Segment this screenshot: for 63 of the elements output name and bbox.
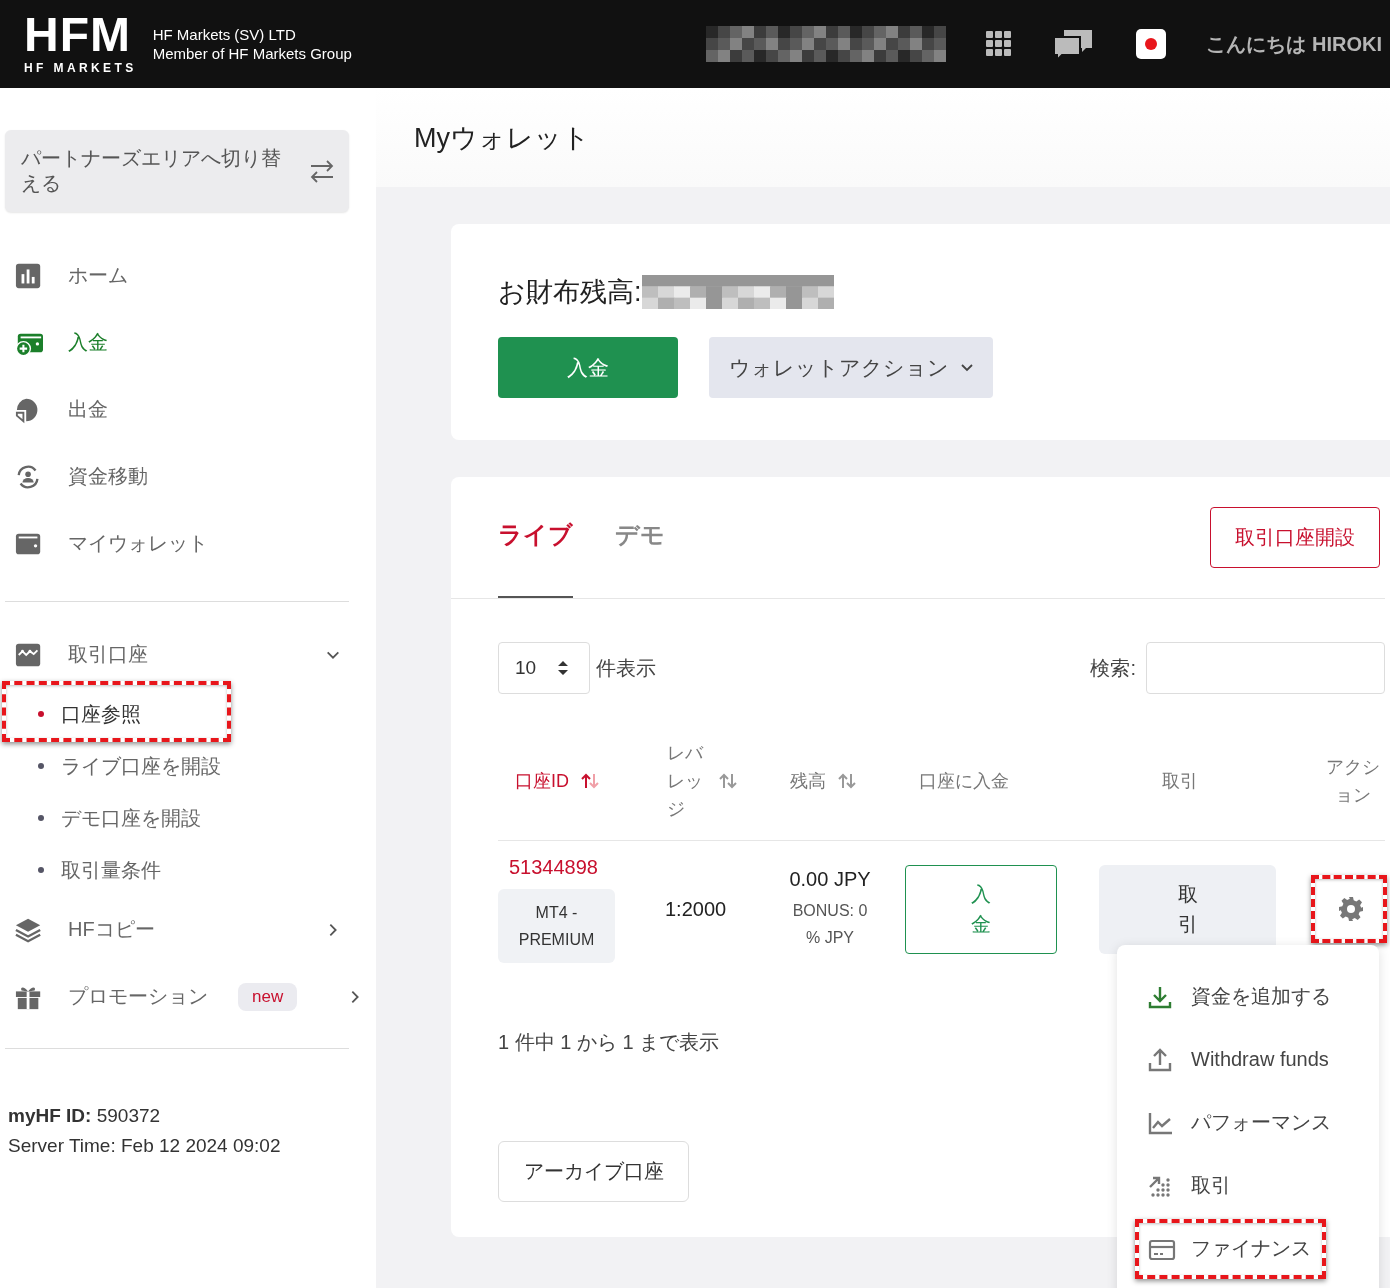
- logo-subtitle: HF MARKETS: [24, 61, 137, 75]
- new-badge: new: [238, 982, 298, 1011]
- sidebar-item[interactable]: 資金移動: [0, 443, 349, 510]
- submenu-item[interactable]: デモ口座を開設: [0, 792, 376, 844]
- logo: HFM: [24, 13, 131, 57]
- submenu-item[interactable]: 取引量条件: [0, 844, 376, 896]
- tab[interactable]: デモ: [615, 519, 665, 598]
- tab[interactable]: ライブ: [498, 519, 573, 598]
- sidebar-item[interactable]: 出金: [0, 376, 349, 443]
- server-time: Server Time: Feb 12 2024 09:02: [8, 1134, 282, 1158]
- sidebar-item[interactable]: 入金: [0, 309, 349, 376]
- sidebar-item[interactable]: プロモーション new: [0, 963, 349, 1030]
- sidebar-item[interactable]: HFコピー: [0, 896, 349, 963]
- table-cell-text: 1:2000: [665, 897, 728, 921]
- menu-item[interactable]: 取引: [1117, 1154, 1379, 1217]
- search-label: 検索:: [1090, 655, 1136, 681]
- company-group: Member of HF Markets Group: [152, 44, 352, 63]
- settings-icon[interactable]: [1338, 896, 1364, 922]
- trade-button[interactable]: 取引: [1099, 864, 1276, 954]
- sort-icon[interactable]: [581, 772, 599, 789]
- archive-accounts-button[interactable]: アーカイブ口座: [498, 1141, 689, 1202]
- table-cell-text: 51344898: [508, 855, 599, 879]
- open-account-button[interactable]: 取引口座開設: [1210, 507, 1380, 568]
- sidebar-item[interactable]: ホーム: [0, 242, 349, 309]
- deposit-button[interactable]: 入金: [905, 864, 1057, 954]
- menu-item[interactable]: ファイナンス: [1117, 1217, 1379, 1280]
- caret-icon: [961, 361, 973, 374]
- flag-icon[interactable]: [1136, 29, 1167, 59]
- balance-label: お財布残高:: [498, 276, 642, 309]
- column-header: 取引: [1162, 769, 1198, 793]
- platform-badge: MT4 - PREMIUM: [498, 888, 615, 963]
- sidebar-item[interactable]: 取引口座: [0, 621, 349, 688]
- column-header: 残高: [790, 769, 826, 793]
- menu-item[interactable]: 資金を追加する: [1117, 965, 1379, 1028]
- switch-area-button[interactable]: パートナーズエリアへ切り替える: [5, 130, 349, 212]
- column-header: 口座に入金: [919, 769, 1009, 793]
- home-icon: [15, 261, 43, 290]
- page-size-label: 件表示: [596, 655, 656, 681]
- greeting: こんにちは HIROKI: [1206, 31, 1382, 57]
- column-header: レバレッジ: [667, 741, 705, 821]
- search-field[interactable]: [1146, 642, 1385, 694]
- submenu-item[interactable]: ライブ口座を開設: [0, 740, 376, 792]
- menu-item[interactable]: Withdraw funds: [1117, 1028, 1379, 1091]
- chat-icon[interactable]: [1052, 28, 1095, 60]
- user-id: myHF ID: 590372: [8, 1104, 162, 1128]
- column-header: アクション: [1326, 755, 1380, 807]
- deposit-button[interactable]: 入金: [498, 337, 678, 398]
- column-header: 口座ID: [515, 769, 569, 793]
- table-cell: 0.00 JPY: [789, 867, 871, 891]
- submenu-item[interactable]: 口座参照: [0, 688, 376, 740]
- page-size-select[interactable]: 10: [498, 642, 590, 694]
- swap-arrows-icon: [309, 158, 335, 184]
- wallet-actions-button[interactable]: ウォレットアクション: [709, 337, 993, 398]
- sort-icon[interactable]: [838, 772, 856, 789]
- table-cell-text: BONUS: 0 % JPY: [791, 900, 869, 948]
- apps-grid-icon[interactable]: [986, 31, 1013, 57]
- company-name: HF Markets (SV) LTD: [152, 25, 297, 44]
- menu-item[interactable]: パフォーマンス: [1117, 1091, 1379, 1154]
- page-title: Myウォレット: [414, 121, 590, 155]
- sidebar-item[interactable]: マイウォレット: [0, 510, 349, 577]
- updown-icon: [557, 660, 569, 676]
- table-summary: 1 件中 1 から 1 まで表示: [498, 1030, 721, 1055]
- sort-icon[interactable]: [718, 772, 737, 789]
